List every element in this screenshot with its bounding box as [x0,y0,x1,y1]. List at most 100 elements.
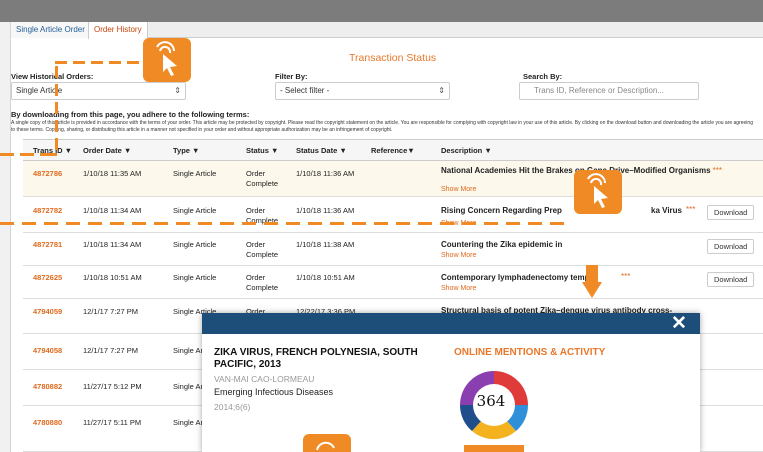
table-header: Trans ID ▼ Order Date ▼ Type ▼ Status ▼ … [23,139,763,161]
order-date: 1/10/18 10:51 AM [83,273,142,282]
dash-segment [22,222,36,225]
select-arrows-icon: ⇕ [174,86,181,95]
dash-segment [109,61,121,64]
terms-heading: By downloading from this page, you adher… [11,110,250,119]
stars-marker: *** [686,205,696,214]
filter-value: - Select filter - [280,86,330,95]
trans-id-link[interactable]: 4872786 [33,169,62,178]
dash-segment [264,222,278,225]
description-title-tail: ka Virus [651,206,682,215]
dash-segment [127,61,139,64]
filter-label: Filter By: [275,72,308,81]
attention-score: 364 [476,392,506,410]
dash-segment [374,222,388,225]
order-type: Single Article [173,206,217,215]
description-title[interactable]: Contemporary lymphadenectomy temp [441,273,589,282]
trans-id-link[interactable]: 4872625 [33,273,62,282]
dash-segment [55,138,58,150]
tab-order-history[interactable]: Order History [88,22,148,39]
table-row: 4872786 1/10/18 11:35 AM Single Article … [23,161,763,197]
order-date: 1/10/18 11:35 AM [83,169,142,178]
dash-segment [0,153,14,156]
download-button[interactable]: Download [707,205,755,220]
trans-id-link[interactable]: 4794059 [33,307,62,316]
pointer-click-icon [316,441,335,451]
description-title[interactable]: Countering the Zika epidemic in [441,240,562,249]
article-popup: ✕ ZIKA VIRUS, FRENCH POLYNESIA, SOUTH PA… [202,313,700,452]
dash-segment [55,120,58,132]
window-top-bar [0,0,763,22]
view-orders-select[interactable]: Single Article ⇕ [11,82,186,100]
view-orders-label: View Historical Orders: [11,72,94,81]
popup-mentions-heading: ONLINE MENTIONS & ACTIVITY [454,347,606,358]
pointer-click-icon [156,41,177,76]
dash-segment [73,61,85,64]
dash-segment [528,222,542,225]
dash-segment [55,102,58,114]
dash-segment [154,222,168,225]
dash-segment [132,222,146,225]
order-status: Order Complete [246,169,279,188]
close-icon[interactable]: ✕ [671,313,687,334]
terms-body: A single copy of this article is provide… [11,120,753,133]
tab-single-article-order[interactable]: Single Article Order [11,22,90,38]
popup-volume: 2014;6(6) [214,402,251,412]
trans-id-link[interactable]: 4794058 [33,346,62,355]
order-date: 11/27/17 5:11 PM [83,418,142,427]
col-status-date[interactable]: Status Date ▼ [296,146,347,155]
dash-segment [55,61,67,64]
dash-segment [20,153,34,156]
trans-id-link[interactable]: 4780882 [33,382,62,391]
popup-journal: Emerging Infectious Diseases [214,387,334,397]
dash-segment [506,222,520,225]
show-more-link[interactable]: Show More [441,186,476,193]
col-description[interactable]: Description ▼ [441,146,492,155]
order-date: 11/27/17 5:12 PM [83,382,142,391]
order-type: Single Article [173,169,217,178]
dash-segment [550,222,564,225]
status-date: 1/10/18 11:36 AM [296,169,355,178]
down-arrow-stem [586,265,598,283]
col-reference[interactable]: Reference▼ [371,146,415,155]
pointer-click-icon [587,173,608,208]
show-more-link[interactable]: Show More [441,285,476,292]
dash-segment [110,222,124,225]
download-button[interactable]: Download [707,239,755,254]
status-date: 1/10/18 10:51 AM [296,273,355,282]
search-label: Search By: [523,72,563,81]
dash-segment [462,222,476,225]
dash-segment [396,222,410,225]
order-type: Single Ar [173,382,204,391]
dash-segment [55,66,58,78]
dash-segment [198,222,212,225]
dash-segment [440,222,454,225]
description-title[interactable]: Rising Concern Regarding Prep [441,206,562,215]
down-arrow-icon [582,282,602,298]
col-order-date[interactable]: Order Date ▼ [83,146,131,155]
col-type[interactable]: Type ▼ [173,146,199,155]
order-status: Order Complete [246,240,279,259]
download-button[interactable]: Download [707,272,755,287]
trans-id-link[interactable]: 4872782 [33,206,62,215]
select-arrows-icon: ⇕ [438,86,445,95]
status-date: 1/10/18 11:38 AM [296,240,355,249]
popup-article-title: ZIKA VIRUS, FRENCH POLYNESIA, SOUTH PACI… [214,347,418,370]
dash-segment [220,222,234,225]
col-status[interactable]: Status ▼ [246,146,278,155]
search-placeholder: Trans ID, Reference or Description... [534,86,664,95]
search-input[interactable]: Trans ID, Reference or Description... [519,82,699,100]
dash-segment [44,222,58,225]
dash-segment [91,61,103,64]
filter-select[interactable]: - Select filter - ⇕ [275,82,450,100]
order-date: 1/10/18 11:34 AM [83,240,142,249]
trans-id-link[interactable]: 4780880 [33,418,62,427]
popup-author: VAN-MAI CAO-LORMEAU [214,374,315,384]
show-more-link[interactable]: Show More [441,252,476,259]
trans-id-link[interactable]: 4872781 [33,240,62,249]
dash-segment [176,222,190,225]
click-indicator [574,170,622,214]
click-indicator [143,38,191,82]
dash-segment [242,222,256,225]
order-status: Order Complete [246,273,279,292]
dash-segment [308,222,322,225]
